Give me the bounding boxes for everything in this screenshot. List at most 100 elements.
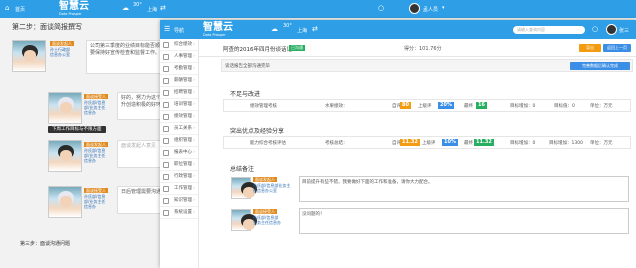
comment2-info: 面谈接受人 孙氏部/信息部 业务主任信息办 <box>253 209 293 225</box>
front-logo: 智慧云 Data Prosper <box>203 23 233 38</box>
subbar-label: 谈话报告全部沟通完毕 <box>225 64 270 69</box>
menu-item-icon <box>163 42 169 48</box>
front-avatar[interactable] <box>606 24 617 35</box>
sidebar-item[interactable]: 组织管理 › <box>160 135 198 147</box>
back-avatar[interactable] <box>409 3 420 14</box>
row-weight: 目标增加：0 <box>510 141 536 146</box>
sidebar-item-label: 组织管理 <box>174 138 192 143</box>
menu-item-icon <box>163 150 169 156</box>
comment2-textbox[interactable]: 没问题的！ <box>299 208 629 234</box>
comment-initiator: 面谈发起人 孙氏部/信息部业务主 任信息办公室 <box>231 177 291 201</box>
person4-badge: 面谈接受人 <box>84 188 108 193</box>
sidebar-item[interactable]: 职位管理 › <box>160 159 198 171</box>
sidebar-item-label: 综合绩效 <box>174 42 192 47</box>
sidebar-item[interactable]: 行政管理 › <box>160 171 198 183</box>
menu-item-icon <box>163 162 169 168</box>
sidebar-item[interactable]: 综合绩效 › <box>160 39 198 51</box>
menu-item-icon <box>163 54 169 60</box>
chat-icon[interactable]: ○ <box>592 25 598 33</box>
sidebar-item-label: 报表中心 <box>174 150 192 155</box>
chevron-right-icon: › <box>193 138 195 143</box>
back-button[interactable]: 返回上一页 <box>603 44 631 52</box>
sidebar-item[interactable]: 培训管理 › <box>160 99 198 111</box>
menu-item-icon <box>163 126 169 132</box>
chevron-right-icon: › <box>193 198 195 203</box>
chevron-right-icon: › <box>193 186 195 191</box>
chat-icon[interactable]: ○ <box>378 4 384 12</box>
row-unit: 单位：万元 <box>590 104 613 109</box>
menu-item-icon <box>163 66 169 72</box>
row-unit: 单位：万元 <box>590 141 613 146</box>
comment2-badge: 面谈接受人 <box>253 209 277 214</box>
chevron-right-icon: › <box>193 90 195 95</box>
comment1-info: 面谈发起人 孙氏部/信息部业务主 任信息办公室 <box>253 177 293 193</box>
sidebar-item[interactable]: 绩效管理 › <box>160 111 198 123</box>
avatar-photo <box>231 177 257 199</box>
person2-badge: 面谈接受人 <box>84 94 108 99</box>
row-assessor: 考核总结： <box>325 141 348 146</box>
record-header: 阿查的2016年四月份谈话记 已沟通 得分：101.76分 导出 返回上一页 <box>199 39 636 57</box>
sidebar-item-label: 知识管理 <box>174 198 192 203</box>
chevron-right-icon: › <box>193 126 195 131</box>
back-top-bar: ⌂ 首页 智慧云 Data Prosper ☁ 30° 上海 ⇄ ○ 孟人员 ▾ <box>0 0 636 18</box>
comment1-textbox[interactable]: 目前提升有些不错，我要做好下面的工作和准备，请你大力配合。 <box>299 176 629 202</box>
sidebar: 综合绩效 › 人事管理 › 考勤管理 › 薪酬管理 › 招聘管理 › 培训管理 › 绩效管理… <box>160 39 199 268</box>
sidebar-item[interactable]: 系统设置 › <box>160 207 198 219</box>
person4-info: 面谈接受人 孙氏部/信息 部/业务主任 信息办 <box>84 188 114 209</box>
sidebar-item-label: 培训管理 <box>174 102 192 107</box>
person-card-receiver <box>48 92 84 124</box>
sidebar-item[interactable]: 工作管理 › <box>160 183 198 195</box>
menu-item-icon <box>163 174 169 180</box>
chevron-right-icon: › <box>193 114 195 119</box>
sidebar-item[interactable]: 报表中心 › <box>160 147 198 159</box>
front-logo-sub: Data Prosper <box>203 33 226 37</box>
swap-icon[interactable]: ⇄ <box>312 25 318 33</box>
menu-icon[interactable]: ☰ <box>164 25 170 33</box>
avatar-photo <box>12 40 46 72</box>
table-row: 能力综合考核评估 考核总结： 自评 11.32 上级评 10% 最终 11.32… <box>223 136 631 149</box>
back-step3-title: 第三步：面谈沟通问题 <box>20 241 71 247</box>
comment1-badge: 面谈发起人 <box>253 177 277 182</box>
sidebar-item-label: 人事管理 <box>174 54 192 59</box>
sidebar-item-label: 绩效管理 <box>174 114 192 119</box>
weather-icon: ☁ <box>122 4 129 12</box>
person-card-receiver-2 <box>48 186 84 218</box>
back-weather-city: 上海 <box>147 7 158 13</box>
back-home-label[interactable]: 首页 <box>15 6 25 13</box>
search-input[interactable]: 请输入查询内容 <box>513 26 585 34</box>
record-title: 阿查的2016年四月份谈话记 <box>223 47 292 53</box>
menu-item-icon <box>163 138 169 144</box>
front-user-name[interactable]: 张三 <box>619 27 629 34</box>
row-name: 能力综合考核评估 <box>250 141 286 146</box>
chevron-right-icon: › <box>193 42 195 47</box>
tooltip: 下周工作目标与不限方面 <box>48 126 106 133</box>
front-weather-city: 上海 <box>297 28 308 34</box>
swap-icon[interactable]: ⇄ <box>160 4 166 12</box>
home-icon[interactable]: ⌂ <box>5 4 9 12</box>
back-user-name[interactable]: 孟人员 <box>423 6 438 13</box>
confirm-button[interactable]: 完善数据后确认完成 <box>570 62 630 70</box>
front-menu-label[interactable]: 导航 <box>174 27 184 34</box>
sidebar-item-label: 员工关系 <box>174 126 192 131</box>
sidebar-item[interactable]: 招聘管理 › <box>160 87 198 99</box>
weather-icon: ☁ <box>271 25 278 33</box>
sidebar-item[interactable]: 薪酬管理 › <box>160 75 198 87</box>
sidebar-item[interactable]: 知识管理 › <box>160 195 198 207</box>
sidebar-item[interactable]: 考勤管理 › <box>160 63 198 75</box>
sidebar-item-label: 系统设置 <box>174 210 192 215</box>
chevron-down-icon[interactable]: ▾ <box>442 5 445 11</box>
front-window: ☰ 导航 智慧云 Data Prosper ☁ 30° 上海 ⇄ 请输入查询内容… <box>160 20 636 268</box>
person3-info: 面谈发起人 孙氏部/信息 部/业务主任 信息办 <box>84 142 114 163</box>
row-leader-label: 上级评 <box>418 104 432 109</box>
back-logo-main: 智慧云 <box>59 1 89 12</box>
sidebar-item-label: 职位管理 <box>174 162 192 167</box>
chevron-right-icon: › <box>193 54 195 59</box>
chevron-right-icon: › <box>193 150 195 155</box>
sidebar-item[interactable]: 人事管理 › <box>160 51 198 63</box>
row-leader-label: 上级评 <box>422 141 436 146</box>
sidebar-item[interactable]: 员工关系 › <box>160 123 198 135</box>
person1-badge: 面谈发起人 <box>50 41 74 46</box>
sidebar-item-label: 行政管理 <box>174 174 192 179</box>
sidebar-item-label: 工作管理 <box>174 186 192 191</box>
export-button[interactable]: 导出 <box>579 44 601 52</box>
